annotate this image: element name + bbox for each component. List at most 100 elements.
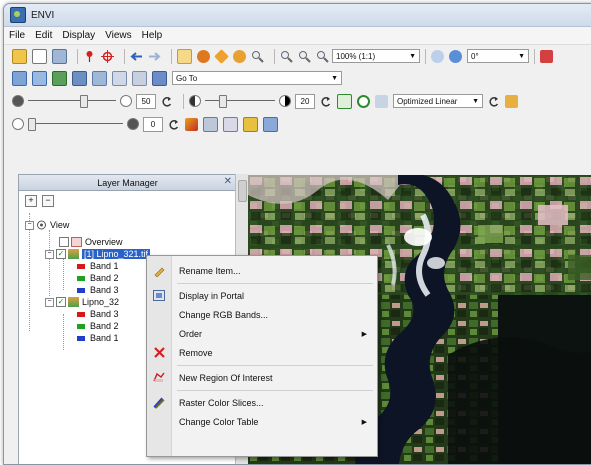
reset-stretch-icon[interactable] (487, 95, 500, 108)
menu-help[interactable]: Help (142, 30, 163, 41)
fly-icon[interactable] (214, 48, 229, 64)
transparency-slider[interactable] (28, 118, 123, 131)
reset-brightness-icon[interactable] (160, 95, 173, 108)
close-icon[interactable]: ✕ (224, 176, 232, 187)
brightness-slider-thumb[interactable] (80, 95, 88, 108)
menu-item-label: Rename Item... (179, 265, 241, 276)
toolbar-separator (124, 48, 125, 64)
tree-node-layer-2-band-1[interactable]: Band 1 (75, 332, 119, 344)
green-band-icon (77, 275, 85, 281)
transparency-slider-thumb[interactable] (28, 118, 36, 131)
tree-node-layer-2-band-3[interactable]: Band 3 (75, 308, 119, 320)
goto-combo[interactable]: Go To ▼ (172, 71, 342, 85)
menu-item-display-in-portal[interactable]: Display in Portal (147, 287, 377, 304)
reset-contrast-icon[interactable] (319, 95, 332, 108)
pan-icon[interactable] (197, 49, 210, 63)
tree-node-layer-1-band-2[interactable]: Band 2 (75, 272, 119, 284)
histogram-icon[interactable] (185, 117, 198, 131)
link-icon[interactable] (152, 70, 167, 86)
zoom-combo[interactable]: 100% (1:1) ▼ (332, 49, 420, 63)
collapse-icon[interactable]: − (45, 249, 54, 259)
layout-icon[interactable] (12, 70, 27, 86)
brightness-slider[interactable] (28, 95, 116, 108)
contrast-slider-thumb[interactable] (219, 95, 227, 108)
zoom-out-icon[interactable] (298, 50, 311, 63)
blend-icon[interactable] (243, 116, 258, 132)
overview-icon[interactable] (52, 70, 67, 86)
menu-item-raster-color-slices[interactable]: Raster Color Slices... (147, 394, 377, 411)
histogram-stretch-icon[interactable] (337, 93, 352, 109)
menu-item-new-roi[interactable]: New Region Of Interest (147, 369, 377, 386)
annotation-icon[interactable] (540, 49, 553, 63)
remove-icon (147, 347, 171, 358)
portal-icon[interactable] (92, 70, 107, 86)
menu-item-remove[interactable]: Remove (147, 344, 377, 361)
toolbar-row-2: Go To ▼ (4, 67, 591, 89)
layer-manager-title: Layer Manager (97, 177, 158, 188)
tree-node-layer-1-band-1[interactable]: Band 1 (75, 260, 119, 272)
title-bar: ENVI (4, 4, 591, 27)
transparency-value[interactable]: 0 (143, 116, 163, 132)
sharpen-icon[interactable] (505, 94, 518, 108)
select-pointer-icon[interactable] (177, 48, 192, 64)
contrast-value[interactable]: 20 (295, 93, 315, 109)
menu-item-change-color-table[interactable]: Change Color Table ▶ (147, 413, 377, 430)
menu-item-order[interactable]: Order ▶ (147, 325, 377, 342)
tree-node-layer-1[interactable]: − ✓ [1] Lipno_321.tif (45, 248, 151, 260)
tree-node-overview[interactable]: Overview (59, 236, 123, 248)
stretch-type-combo[interactable]: Optimized Linear ▼ (393, 94, 483, 108)
reset-transparency-icon[interactable] (167, 118, 180, 131)
view-icon[interactable] (32, 70, 47, 86)
layer-2-label: Lipno_32 (82, 297, 120, 307)
chevron-down-icon: ▼ (409, 52, 416, 60)
zoom-fixed-icon[interactable] (316, 50, 329, 63)
back-arrow-icon[interactable] (130, 50, 143, 63)
rotate-left-icon[interactable] (431, 49, 444, 63)
portal-tool-icon[interactable] (263, 116, 278, 132)
layer-2-checkbox[interactable]: ✓ (56, 297, 66, 307)
stretch-settings-icon[interactable] (357, 94, 370, 108)
pin-icon[interactable] (83, 50, 96, 63)
overview-checkbox[interactable] (59, 237, 69, 247)
chip-icon[interactable] (72, 70, 87, 86)
new-file-icon[interactable] (32, 48, 47, 64)
contrast-slider[interactable] (205, 95, 275, 108)
band-label: Band 3 (90, 309, 119, 319)
menu-edit[interactable]: Edit (35, 30, 52, 41)
rotation-combo[interactable]: 0° ▼ (467, 49, 529, 63)
layer-1-label: [1] Lipno_321.tif (82, 249, 151, 259)
scrollbar-thumb[interactable] (238, 180, 247, 202)
rotate-right-icon[interactable] (449, 49, 462, 63)
collapse-icon[interactable]: − (45, 297, 54, 307)
menu-display[interactable]: Display (62, 30, 95, 41)
tree-node-view[interactable]: − View (25, 219, 69, 231)
flicker-icon[interactable] (223, 116, 238, 132)
profile-icon[interactable] (112, 70, 127, 86)
toolbar-row-1: 100% (1:1) ▼ 0° ▼ (4, 45, 591, 67)
menu-item-rename[interactable]: Rename Item... (147, 262, 377, 279)
menu-item-change-rgb-bands[interactable]: Change RGB Bands... (147, 306, 377, 323)
menu-file[interactable]: File (9, 30, 25, 41)
open-folder-icon[interactable] (12, 48, 27, 64)
zoom-value: 100% (1:1) (336, 51, 376, 61)
crosshair-icon[interactable] (101, 49, 114, 63)
tree-node-layer-2[interactable]: − ✓ Lipno_32 (45, 296, 119, 308)
collapse-all-button[interactable]: − (42, 195, 54, 207)
zoom-icon[interactable] (251, 50, 264, 63)
layer-1-checkbox[interactable]: ✓ (56, 249, 66, 259)
rotate-icon[interactable] (233, 49, 246, 63)
swipe-icon[interactable] (203, 116, 218, 132)
refresh-icon[interactable] (375, 94, 388, 108)
forward-arrow-icon[interactable] (148, 50, 161, 63)
tree-node-layer-1-band-3[interactable]: Band 3 (75, 284, 119, 296)
brightness-value[interactable]: 50 (136, 93, 156, 109)
data-manager-icon[interactable] (52, 48, 67, 64)
menu-item-label: New Region Of Interest (179, 372, 273, 383)
menu-views[interactable]: Views (105, 30, 132, 41)
collapse-icon[interactable]: − (25, 220, 34, 230)
spectral-icon[interactable] (132, 70, 147, 86)
zoom-in-icon[interactable] (280, 50, 293, 63)
tree-node-layer-2-band-2[interactable]: Band 2 (75, 320, 119, 332)
expand-all-button[interactable]: + (25, 195, 37, 207)
overview-node-icon (71, 237, 82, 247)
